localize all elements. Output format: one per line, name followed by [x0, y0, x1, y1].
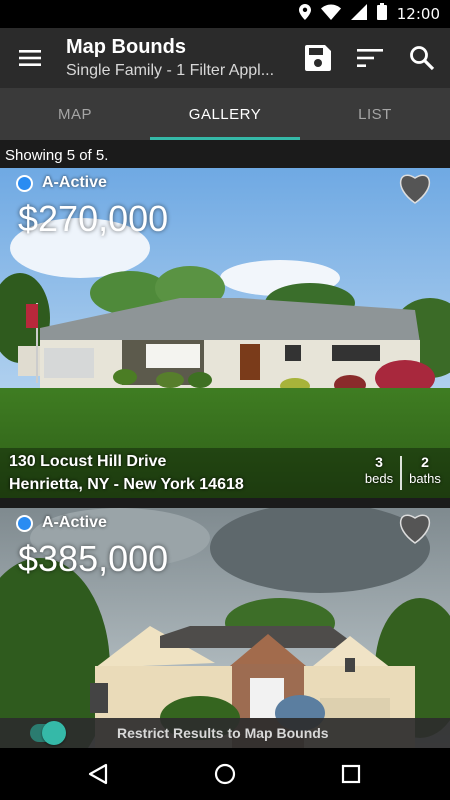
save-icon[interactable] — [300, 40, 336, 76]
wifi-icon — [320, 4, 341, 25]
stat-divider — [400, 456, 402, 490]
toolbar-titles: Map Bounds Single Family - 1 Filter Appl… — [66, 34, 296, 82]
listing-info: 130 Locust Hill Drive Henrietta, NY - Ne… — [0, 450, 450, 498]
status-label: A-Active — [42, 514, 107, 531]
status-dot — [16, 174, 33, 192]
system-nav-bar — [0, 748, 450, 800]
listing-card[interactable]: A-Active $385,000 — [0, 508, 450, 748]
restrict-bar: Restrict Results to Map Bounds — [0, 718, 450, 748]
beds-label: beds — [364, 471, 394, 486]
tab-map[interactable]: MAP — [0, 88, 150, 140]
listing-price: $270,000 — [18, 198, 169, 239]
listing-status: A-Active — [16, 514, 107, 532]
view-tabs: MAP GALLERY LIST — [0, 88, 450, 140]
status-label: A-Active — [42, 174, 107, 191]
baths-label: baths — [409, 471, 441, 486]
beds-count: 3 — [375, 454, 383, 470]
page-title: Map Bounds — [66, 36, 186, 58]
results-count: Showing 5 of 5. — [0, 140, 450, 168]
listing-card[interactable]: A-Active $270,000 130 Locust Hill Drive … — [0, 168, 450, 498]
tab-gallery[interactable]: GALLERY — [150, 88, 300, 140]
baths-stat: 2 baths — [405, 454, 445, 486]
status-dot — [16, 514, 33, 532]
status-bar: 12:00 — [0, 0, 450, 28]
home-icon[interactable] — [211, 760, 239, 788]
restrict-toggle-knob[interactable] — [42, 721, 66, 745]
listing-address: 130 Locust Hill Drive — [9, 453, 167, 470]
listing-status: A-Active — [16, 174, 107, 192]
recents-icon[interactable] — [337, 760, 365, 788]
back-icon[interactable] — [84, 760, 112, 788]
tab-list[interactable]: LIST — [300, 88, 450, 140]
battery-icon — [376, 3, 387, 25]
screen: 12:00 Map Bounds Single Family - 1 Filte… — [0, 0, 450, 800]
filter-subtitle: Single Family - 1 Filter Appl... — [66, 62, 275, 79]
clock: 12:00 — [396, 5, 440, 23]
sort-icon[interactable] — [352, 40, 388, 76]
restrict-label: Restrict Results to Map Bounds — [117, 725, 329, 741]
app-toolbar: Map Bounds Single Family - 1 Filter Appl… — [0, 28, 450, 88]
beds-stat: 3 beds — [362, 454, 396, 486]
baths-count: 2 — [421, 454, 429, 470]
signal-icon — [350, 3, 367, 25]
search-icon[interactable] — [404, 40, 440, 76]
favorite-heart-icon[interactable] — [398, 172, 432, 206]
favorite-heart-icon[interactable] — [398, 512, 432, 546]
hamburger-menu-icon[interactable] — [12, 44, 48, 72]
location-icon — [298, 3, 311, 25]
listing-city: Henrietta, NY - New York 14618 — [9, 476, 244, 493]
listing-price: $385,000 — [18, 538, 169, 579]
